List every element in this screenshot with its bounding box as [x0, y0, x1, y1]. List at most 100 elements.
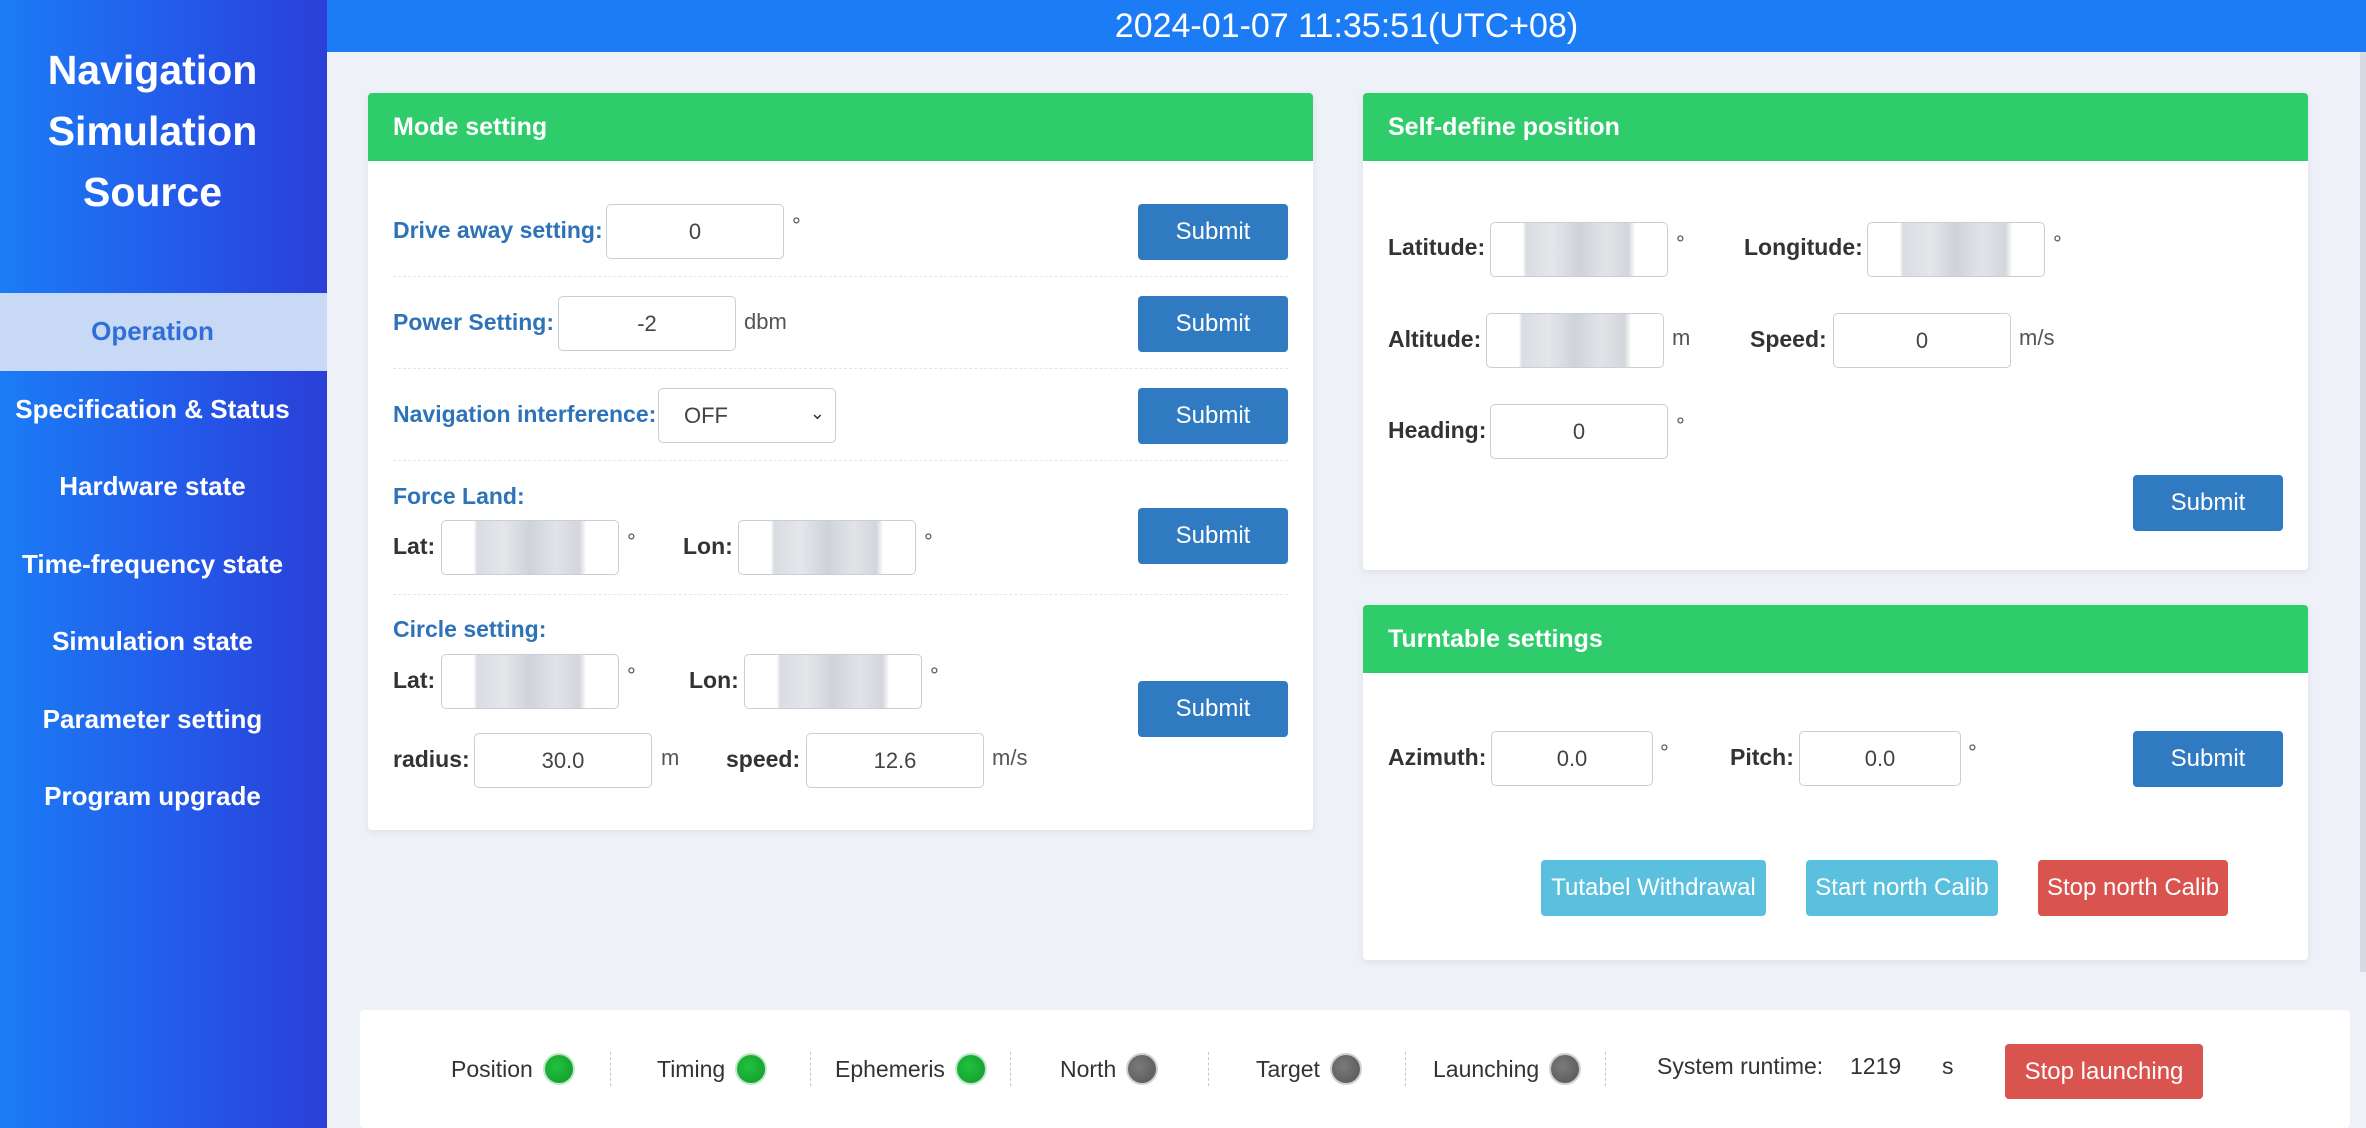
pitch-unit: °	[1968, 740, 1977, 765]
status-target-label: Target	[1256, 1055, 1320, 1082]
status-timing: Timing	[657, 1010, 768, 1128]
drive-away-input[interactable]	[606, 204, 784, 259]
latitude-input[interactable]	[1490, 222, 1668, 277]
turntable-withdrawal-button[interactable]: Tutabel Withdrawal	[1541, 860, 1766, 916]
circle-setting-label: Circle setting:	[393, 616, 547, 642]
status-indicator-gray-icon	[1126, 1053, 1159, 1085]
speed-label: Speed:	[1750, 326, 1827, 352]
status-position: Position	[451, 1010, 575, 1128]
status-indicator-green-icon	[735, 1053, 768, 1085]
self-define-position-panel: Self-define position Latitude: ° Longitu…	[1363, 93, 2308, 570]
radius-unit: m	[661, 745, 680, 770]
header-bar: 2024-01-07 11:35:51(UTC+08)	[327, 0, 2366, 52]
status-separator	[810, 1052, 811, 1086]
azimuth-unit: °	[1660, 740, 1669, 765]
status-indicator-green-icon	[542, 1053, 575, 1085]
power-unit: dbm	[744, 309, 787, 334]
force-land-submit-button[interactable]: Submit	[1138, 508, 1288, 564]
system-runtime-label: System runtime:	[1657, 1052, 1824, 1079]
status-ephemeris-label: Ephemeris	[835, 1055, 945, 1082]
status-ephemeris: Ephemeris	[835, 1010, 987, 1128]
divider	[393, 368, 1288, 369]
sidebar-item-simulation-state[interactable]: Simulation state	[0, 603, 327, 681]
drive-away-submit-button[interactable]: Submit	[1138, 204, 1288, 260]
power-setting-label: Power Setting:	[393, 309, 555, 335]
status-launching: Launching	[1433, 1010, 1582, 1128]
heading-unit: °	[1676, 413, 1685, 438]
sidebar-item-program-upgrade[interactable]: Program upgrade	[0, 758, 327, 836]
azimuth-label: Azimuth:	[1388, 744, 1487, 770]
divider	[393, 460, 1288, 461]
sidebar-item-specification-status[interactable]: Specification & Status	[0, 371, 327, 449]
circle-lon-input[interactable]	[744, 654, 922, 709]
altitude-label: Altitude:	[1388, 326, 1482, 352]
force-land-lat-unit: °	[627, 529, 636, 554]
stop-launching-button[interactable]: Stop launching	[2005, 1044, 2203, 1099]
status-timing-label: Timing	[657, 1055, 726, 1082]
radius-label: radius:	[393, 746, 470, 772]
speed-input[interactable]	[1833, 313, 2011, 368]
altitude-input[interactable]	[1486, 313, 1664, 368]
chevron-down-icon: ⌄	[809, 403, 825, 423]
force-land-lon-input[interactable]	[738, 520, 916, 575]
status-separator	[1405, 1052, 1406, 1086]
circle-lon-label: Lon:	[689, 667, 739, 693]
sidebar-nav: Operation Specification & Status Hardwar…	[0, 293, 327, 836]
stop-north-calib-button[interactable]: Stop north Calib	[2038, 860, 2228, 916]
altitude-unit: m	[1672, 325, 1691, 350]
latitude-unit: °	[1676, 231, 1685, 256]
status-separator	[1208, 1052, 1209, 1086]
nav-interference-label: Navigation interference:	[393, 401, 657, 427]
status-north: North	[1060, 1010, 1159, 1128]
circle-lat-unit: °	[627, 663, 636, 688]
longitude-unit: °	[2053, 231, 2062, 256]
status-launching-label: Launching	[1433, 1055, 1540, 1082]
system-runtime-unit: s	[1942, 1052, 1954, 1079]
position-submit-button[interactable]: Submit	[2133, 475, 2283, 531]
divider	[393, 594, 1288, 595]
status-indicator-gray-icon	[1329, 1053, 1362, 1085]
circle-lat-label: Lat:	[393, 667, 436, 693]
latitude-label: Latitude:	[1388, 234, 1486, 260]
sidebar-item-operation[interactable]: Operation	[0, 293, 327, 371]
turntable-settings-panel: Turntable settings Azimuth: ° Pitch: ° S…	[1363, 605, 2308, 960]
status-separator	[1605, 1052, 1606, 1086]
pitch-label: Pitch:	[1730, 744, 1794, 770]
nav-interference-submit-button[interactable]: Submit	[1138, 388, 1288, 444]
nav-interference-select[interactable]: OFF ⌄	[658, 388, 836, 443]
radius-input[interactable]	[474, 733, 652, 788]
longitude-input[interactable]	[1867, 222, 2045, 277]
divider	[393, 276, 1288, 277]
sidebar-item-parameter-setting[interactable]: Parameter setting	[0, 681, 327, 759]
self-define-position-title: Self-define position	[1363, 93, 2308, 161]
status-separator	[1010, 1052, 1011, 1086]
sidebar-item-hardware-state[interactable]: Hardware state	[0, 448, 327, 526]
circle-speed-unit: m/s	[992, 745, 1028, 770]
status-indicator-gray-icon	[1549, 1053, 1582, 1085]
circle-submit-button[interactable]: Submit	[1138, 681, 1288, 737]
status-separator	[610, 1052, 611, 1086]
azimuth-input[interactable]	[1491, 731, 1653, 786]
drive-away-unit: °	[792, 213, 801, 238]
brand-line-1: Navigation	[47, 47, 258, 93]
circle-lat-input[interactable]	[441, 654, 619, 709]
mode-setting-title: Mode setting	[368, 93, 1313, 161]
status-indicator-green-icon	[954, 1053, 987, 1085]
force-land-lon-label: Lon:	[683, 533, 733, 559]
force-land-lat-input[interactable]	[441, 520, 619, 575]
speed-unit: m/s	[2019, 325, 2055, 350]
sidebar-item-time-frequency-state[interactable]: Time-frequency state	[0, 526, 327, 604]
turntable-settings-title: Turntable settings	[1363, 605, 2308, 673]
power-setting-input[interactable]	[558, 296, 736, 351]
power-submit-button[interactable]: Submit	[1138, 296, 1288, 352]
page-scrollbar[interactable]	[2360, 52, 2366, 972]
turntable-submit-button[interactable]: Submit	[2133, 731, 2283, 787]
system-runtime-value: 1219	[1850, 1052, 1902, 1079]
pitch-input[interactable]	[1799, 731, 1961, 786]
nav-interference-value: OFF	[684, 402, 728, 428]
heading-input[interactable]	[1490, 404, 1668, 459]
sidebar: Navigation Simulation Source Operation S…	[0, 0, 327, 1128]
longitude-label: Longitude:	[1744, 234, 1863, 260]
start-north-calib-button[interactable]: Start north Calib	[1806, 860, 1998, 916]
circle-speed-input[interactable]	[806, 733, 984, 788]
